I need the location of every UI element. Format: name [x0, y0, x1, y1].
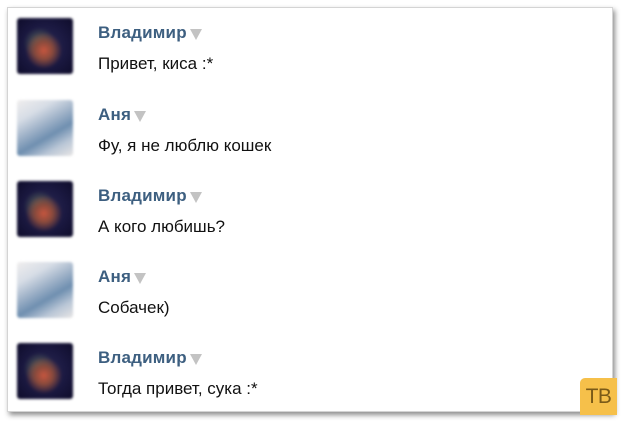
author-name[interactable]: Аня	[98, 105, 131, 125]
caret-down-icon[interactable]	[189, 191, 202, 203]
caret-down-icon[interactable]	[134, 110, 147, 122]
author-row: Аня	[98, 105, 147, 125]
author-row: Владимир	[98, 23, 202, 43]
chat-message: Аня Собачек)	[17, 254, 597, 318]
avatar[interactable]	[17, 262, 73, 318]
watermark-logo: ТВ	[580, 378, 617, 415]
avatar[interactable]	[17, 18, 73, 74]
author-name[interactable]: Владимир	[98, 348, 187, 368]
chat-screenshot-frame: Владимир Привет, киса :* Аня Фу, я не лю…	[7, 7, 613, 412]
author-row: Владимир	[98, 348, 202, 368]
message-text: А кого любишь?	[98, 217, 226, 236]
caret-down-icon[interactable]	[189, 353, 202, 365]
author-name[interactable]: Владимир	[98, 23, 187, 43]
author-name[interactable]: Аня	[98, 267, 131, 287]
chat-message: Владимир А кого любишь?	[17, 173, 597, 237]
avatar[interactable]	[17, 181, 73, 237]
message-text: Тогда привет, сука :*	[98, 379, 258, 398]
author-name[interactable]: Владимир	[98, 186, 187, 206]
chat-message: Владимир Привет, киса :*	[17, 10, 597, 74]
message-text: Фу, я не люблю кошек	[98, 136, 272, 155]
avatar[interactable]	[17, 343, 73, 399]
message-text: Привет, киса :*	[98, 54, 214, 73]
author-row: Аня	[98, 267, 147, 287]
author-row: Владимир	[98, 186, 202, 206]
chat-message: Владимир Тогда привет, сука :*	[17, 335, 597, 399]
avatar[interactable]	[17, 100, 73, 156]
caret-down-icon[interactable]	[134, 272, 147, 284]
message-text: Собачек)	[98, 298, 170, 317]
chat-message: Аня Фу, я не люблю кошек	[17, 92, 597, 156]
caret-down-icon[interactable]	[189, 28, 202, 40]
